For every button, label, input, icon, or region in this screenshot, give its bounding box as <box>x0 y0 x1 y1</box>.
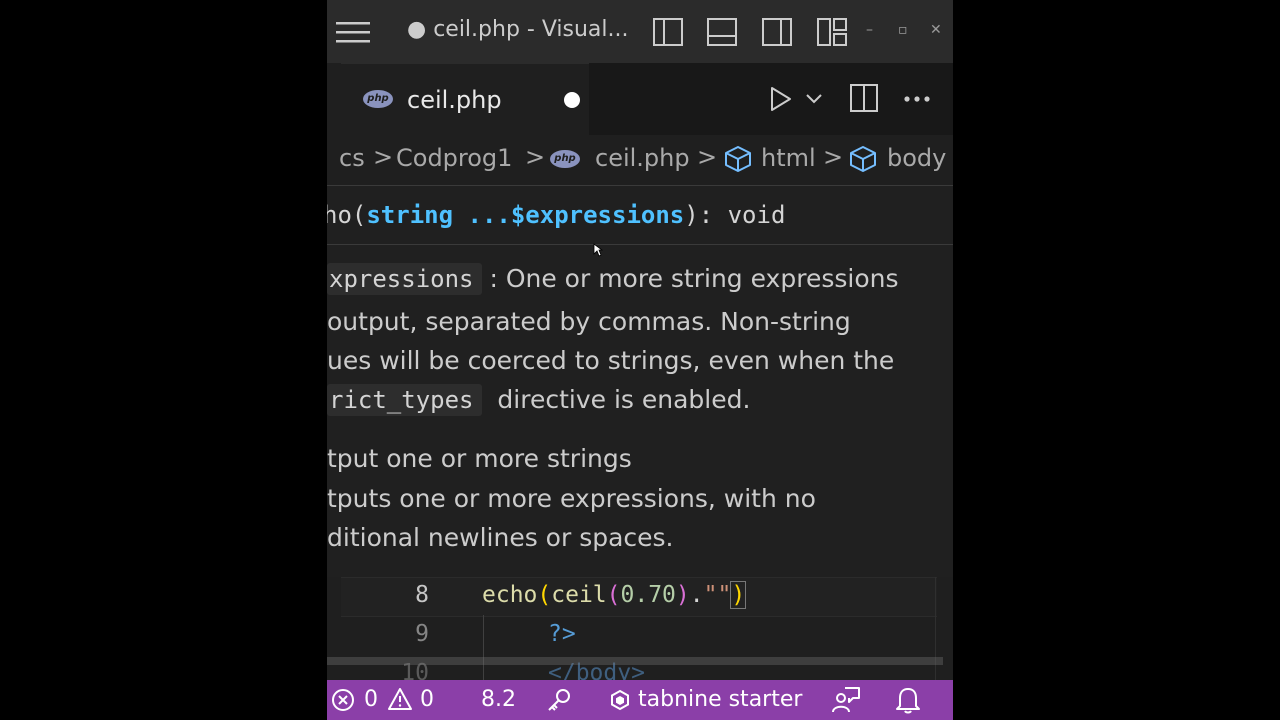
summary-line: tput one or more strings <box>327 444 632 473</box>
php-version[interactable]: 8.2 <box>481 687 516 712</box>
breadcrumb-separator: > <box>823 143 844 171</box>
tabnine-icon[interactable] <box>609 689 631 711</box>
code-line-9[interactable]: ?> <box>548 621 576 647</box>
mouse-cursor-icon <box>593 243 603 257</box>
code-line-8[interactable]: echo(ceil(0.70)."") <box>482 581 747 609</box>
tab-label: ceil.php <box>407 86 502 114</box>
toggle-panel-icon[interactable] <box>706 17 738 47</box>
signature-param: $expressions <box>510 201 685 229</box>
breadcrumb-separator: > <box>373 143 394 171</box>
breadcrumb-separator: > <box>697 143 718 171</box>
breadcrumb-item-docs[interactable]: cs <box>339 144 365 172</box>
param-name-chip: xpressions <box>327 263 482 295</box>
close-button[interactable]: ✕ <box>930 22 942 38</box>
customize-layout-icon[interactable] <box>816 17 848 47</box>
php-file-icon: php <box>550 150 580 168</box>
param-description-line: ues will be coerced to strings, even whe… <box>327 346 895 375</box>
param-description-line: xpressions : One or more string expressi… <box>327 263 899 295</box>
feedback-icon[interactable] <box>831 686 861 714</box>
minimize-button[interactable]: – <box>866 22 873 38</box>
param-desc-text: : One or more string expressions <box>489 264 899 293</box>
code-editor[interactable]: 8 echo(ceil(0.70)."") 9 ?> 10 </body> <box>327 577 953 686</box>
hover-divider <box>327 244 953 245</box>
token-operator: . <box>689 582 704 608</box>
signature-prefix: ho( <box>327 201 367 229</box>
toggle-primary-sidebar-icon[interactable] <box>652 17 684 47</box>
vscode-window: ● ceil.php - Visual... – ▫ ✕ php ceil.ph… <box>327 0 953 720</box>
token-ceil: ceil <box>551 582 607 608</box>
bell-icon[interactable] <box>895 686 921 714</box>
summary-line: ditional newlines or spaces. <box>327 523 674 552</box>
breadcrumb-item-body[interactable]: body <box>887 144 946 172</box>
run-icon[interactable] <box>768 85 794 113</box>
tabnine-status[interactable]: tabnine starter <box>638 687 802 712</box>
hover-documentation-panel: ho(string ...$expressions): void xpressi… <box>327 185 953 578</box>
status-bar: 0 0 8.2 tabnine starter <box>327 680 953 720</box>
more-actions-icon[interactable] <box>903 95 931 103</box>
summary-line: tputs one or more expressions, with no <box>327 484 816 513</box>
breadcrumb-item-file[interactable]: ceil.php <box>595 144 690 172</box>
maximize-button[interactable]: ▫ <box>898 22 908 38</box>
breadcrumb-item-folder[interactable]: Codprog1 <box>396 144 512 172</box>
breadcrumb: cs > Codprog1 > php ceil.php > html > bo… <box>327 135 953 185</box>
signature-spread: ... <box>453 201 511 229</box>
error-icon[interactable] <box>331 688 355 712</box>
strict-desc-text: directive is enabled. <box>497 385 751 414</box>
breadcrumb-item-html[interactable]: html <box>761 144 816 172</box>
key-icon[interactable] <box>546 687 572 713</box>
unsaved-dot-icon[interactable] <box>564 92 580 108</box>
tab-bar: php ceil.php <box>327 63 953 136</box>
warning-icon[interactable] <box>387 687 413 711</box>
toggle-secondary-sidebar-icon[interactable] <box>761 17 793 47</box>
symbol-element-icon <box>850 146 876 172</box>
token-paren: ) <box>675 582 690 608</box>
line-number: 8 <box>415 582 429 608</box>
line-number: 9 <box>415 621 429 647</box>
token-paren: ( <box>537 582 552 608</box>
horizontal-scrollbar-thumb[interactable] <box>327 657 943 665</box>
function-signature: ho(string ...$expressions): void <box>327 201 785 229</box>
breadcrumb-separator: > <box>525 143 546 171</box>
window-title: ● ceil.php - Visual... <box>407 17 629 42</box>
symbol-element-icon <box>725 146 751 172</box>
token-echo: echo <box>482 582 538 608</box>
signature-type: string <box>366 201 454 229</box>
token-paren-matched: ) <box>730 581 747 609</box>
hamburger-menu-icon[interactable] <box>336 20 372 44</box>
token-string: "" <box>703 582 732 608</box>
split-editor-icon[interactable] <box>849 83 879 113</box>
error-count[interactable]: 0 <box>364 687 378 712</box>
indent-guide <box>483 615 484 680</box>
title-bar: ● ceil.php - Visual... – ▫ ✕ <box>327 0 953 63</box>
tab-ceil-php[interactable]: php ceil.php <box>341 63 589 136</box>
chevron-down-icon[interactable] <box>805 93 823 105</box>
token-paren: ( <box>606 582 621 608</box>
param-description-line: output, separated by commas. Non-string <box>327 307 851 336</box>
signature-suffix: ): void <box>684 201 786 229</box>
php-file-icon: php <box>363 90 393 108</box>
token-number: 0.70 <box>620 582 676 608</box>
param-description-line: rict_types directive is enabled. <box>327 384 751 416</box>
warning-count[interactable]: 0 <box>420 687 434 712</box>
strict-types-chip: rict_types <box>327 384 482 416</box>
